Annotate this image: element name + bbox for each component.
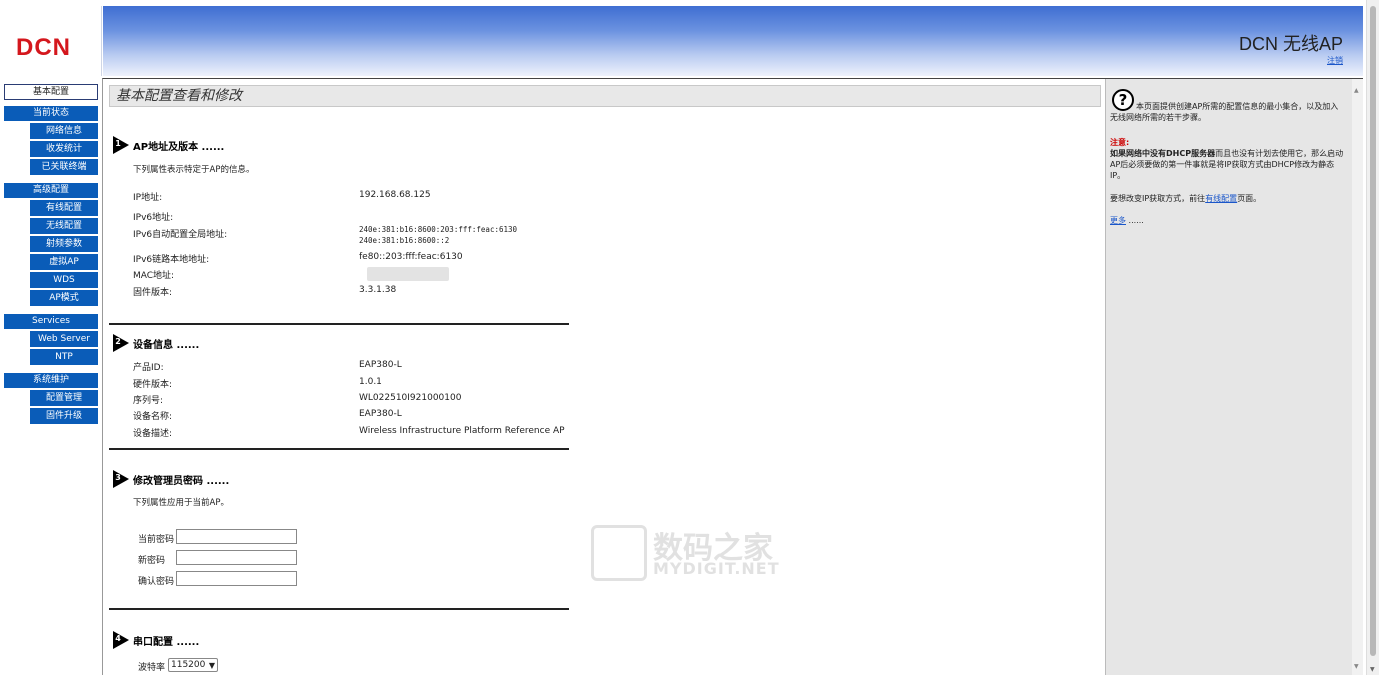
current-password-label: 当前密码 [138, 535, 175, 545]
ipv6-address-label: IPv6地址: [133, 213, 174, 223]
section-divider [109, 608, 569, 610]
serial-number-value: WL022510I921000100 [359, 393, 462, 403]
ipv6-global-value-1: 240e:381:b16:8600:203:fff:feac:6130 [359, 225, 518, 234]
scroll-up-icon[interactable]: ▲ [1354, 87, 1359, 94]
section-number-icon: 4 [113, 631, 129, 649]
section-number-icon: 3 [113, 470, 129, 488]
ip-address-label: IP地址: [133, 193, 163, 203]
section-divider [109, 448, 569, 450]
sidebar-item-web-server[interactable]: Web Server [30, 331, 98, 347]
confirm-password-label: 确认密码 [138, 577, 175, 587]
new-password-label: 新密码 [138, 556, 166, 566]
scroll-down-icon[interactable]: ▼ [1370, 666, 1375, 673]
product-id-value: EAP380-L [359, 360, 402, 370]
section-number-icon: 1 [113, 136, 129, 154]
main-content: 基本配置查看和修改 1 AP地址及版本 ...... 下列属性表示特定于AP的信… [103, 79, 1103, 675]
sidebar-item-wireless-config[interactable]: 无线配置 [30, 218, 98, 234]
sidebar-item-ap-mode[interactable]: AP模式 [30, 290, 98, 306]
help-panel: ? 本页面提供创建AP所需的配置信息的最小集合，以及加入无线网络所需的若干步骤。… [1105, 79, 1363, 675]
ipv6-global-label: IPv6自动配置全局地址: [133, 230, 228, 240]
sidebar-item-firmware-upgrade[interactable]: 固件升级 [30, 408, 98, 424]
sidebar-group-maintenance[interactable]: 系统维护 [4, 373, 98, 388]
hardware-version-label: 硬件版本: [133, 380, 173, 390]
app-window: DCN DCN 无线AP 注销 基本配置 当前状态 网络信息 收发统计 已关联终… [0, 0, 1379, 675]
content-frame: 基本配置查看和修改 1 AP地址及版本 ...... 下列属性表示特定于AP的信… [102, 78, 1363, 675]
device-description-value: Wireless Infrastructure Platform Referen… [359, 426, 565, 436]
device-description-label: 设备描述: [133, 429, 173, 439]
help-intro: 本页面提供创建AP所需的配置信息的最小集合，以及加入无线网络所需的若干步骤。 [1110, 102, 1339, 122]
scroll-down-icon[interactable]: ▼ [1354, 663, 1359, 670]
watermark: 数码之家 MYDIGIT.NET [591, 519, 801, 589]
firmware-version-label: 固件版本: [133, 288, 173, 298]
sidebar-group-status[interactable]: 当前状态 [4, 106, 98, 121]
confirm-password-input[interactable] [176, 571, 297, 586]
app-title: DCN 无线AP [1238, 34, 1343, 54]
device-name-value: EAP380-L [359, 409, 402, 419]
hardware-version-value: 1.0.1 [359, 377, 382, 387]
ipv6-link-local-label: IPv6链路本地地址: [133, 255, 210, 265]
sidebar-item-wired-config[interactable]: 有线配置 [30, 200, 98, 216]
wired-config-link[interactable]: 有线配置 [1205, 194, 1237, 203]
device-name-label: 设备名称: [133, 412, 173, 422]
sidebar-item-traffic-stats[interactable]: 收发统计 [30, 141, 98, 157]
ipv6-link-local-value: fe80::203:fff:feac:6130 [359, 252, 463, 262]
help-scrollbar[interactable]: ▲ ▼ [1352, 79, 1363, 675]
chevron-down-icon: ▼ [208, 661, 215, 670]
more-link[interactable]: 更多 [1110, 216, 1126, 225]
sidebar-item-basic-config[interactable]: 基本配置 [4, 84, 98, 100]
section-divider [109, 323, 569, 325]
baud-rate-label: 波特率 [138, 663, 166, 673]
logo: DCN [4, 6, 102, 76]
window-scrollbar[interactable]: ▼ [1366, 0, 1379, 675]
logo-text: DCN [16, 34, 71, 61]
serial-number-label: 序列号: [133, 396, 164, 406]
section-number-icon: 2 [113, 334, 129, 352]
section-1-desc: 下列属性表示特定于AP的信息。 [133, 165, 255, 175]
sidebar-item-ntp[interactable]: NTP [30, 349, 98, 365]
watermark-logo-icon [591, 525, 647, 581]
mac-address-redacted [367, 267, 449, 281]
firmware-version-value: 3.3.1.38 [359, 285, 397, 295]
help-note: 如果网络中没有DHCP服务器而且也没有计划去使用它，那么启动AP后必须要做的第一… [1110, 149, 1344, 180]
ip-address-value: 192.168.68.125 [359, 190, 431, 200]
baud-rate-select[interactable]: 115200 ▼ [168, 658, 218, 672]
help-change-ip: 要想改变IP获取方式，前往有线配置页面。 [1110, 194, 1262, 203]
logout-link[interactable]: 注销 [1327, 55, 1343, 66]
help-more: 更多 ...... [1110, 216, 1144, 225]
sidebar-group-services[interactable]: Services [4, 314, 98, 329]
sidebar-item-associated-clients[interactable]: 已关联终端 [30, 159, 98, 175]
ipv6-global-value-2: 240e:381:b16:8600::2 [359, 236, 450, 245]
sidebar: 基本配置 当前状态 网络信息 收发统计 已关联终端 高级配置 有线配置 无线配置… [4, 84, 102, 426]
header: DCN DCN 无线AP 注销 [0, 0, 1379, 80]
page-title: 基本配置查看和修改 [109, 85, 1101, 107]
sidebar-group-advanced[interactable]: 高级配置 [4, 183, 98, 198]
scrollbar-thumb[interactable] [1370, 6, 1376, 656]
current-password-input[interactable] [176, 529, 297, 544]
sidebar-item-wds[interactable]: WDS [30, 272, 98, 288]
section-3-desc: 下列属性应用于当前AP。 [133, 498, 229, 508]
product-id-label: 产品ID: [133, 363, 164, 373]
sidebar-item-radio-params[interactable]: 射频参数 [30, 236, 98, 252]
new-password-input[interactable] [176, 550, 297, 565]
sidebar-item-network-info[interactable]: 网络信息 [30, 123, 98, 139]
sidebar-item-config-management[interactable]: 配置管理 [30, 390, 98, 406]
help-note-title: 注意: [1110, 138, 1130, 147]
banner: DCN 无线AP 注销 [103, 6, 1363, 76]
mac-address-label: MAC地址: [133, 271, 175, 281]
sidebar-item-virtual-ap[interactable]: 虚拟AP [30, 254, 98, 270]
